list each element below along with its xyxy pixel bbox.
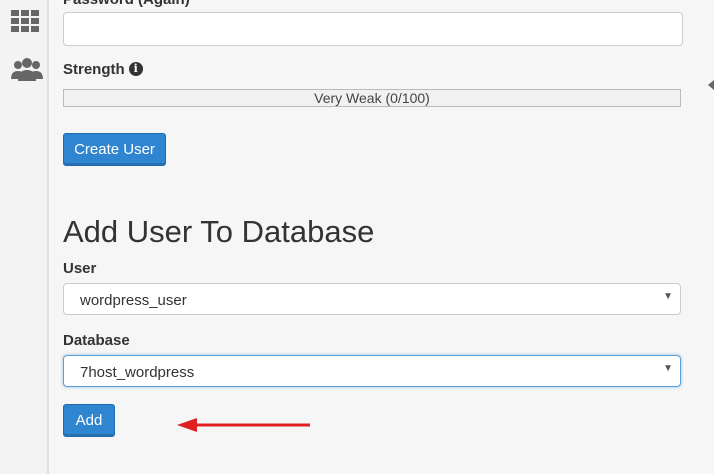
grid-apps-icon[interactable]	[9, 8, 41, 34]
strength-meter-text: Very Weak (0/100)	[314, 90, 430, 106]
user-select-value: wordpress_user	[80, 292, 187, 309]
info-icon[interactable]: i	[128, 61, 143, 76]
user-label: User	[63, 260, 97, 277]
add-button[interactable]: Add	[63, 404, 115, 437]
annotation-arrow-icon	[177, 418, 310, 432]
main-content: Password (Again) Strength i Very Weak (0…	[49, 0, 714, 474]
strength-meter: Very Weak (0/100)	[63, 89, 681, 107]
password-again-label: Password (Again)	[63, 0, 190, 8]
add-user-section-title: Add User To Database	[63, 214, 375, 249]
database-select-value: 7host_wordpress	[80, 364, 195, 381]
users-group-icon[interactable]	[9, 57, 43, 83]
database-select[interactable]: 7host_wordpress ▼	[63, 355, 681, 387]
chevron-down-icon: ▼	[663, 363, 673, 374]
password-again-input[interactable]	[63, 12, 683, 46]
chevron-down-icon: ▼	[663, 291, 673, 302]
sidebar	[0, 0, 49, 474]
create-user-button[interactable]: Create User	[63, 133, 166, 166]
strength-row: Strength i	[63, 61, 143, 78]
user-select[interactable]: wordpress_user ▼	[63, 283, 681, 315]
strength-label: Strength	[63, 61, 125, 78]
database-label: Database	[63, 332, 130, 349]
